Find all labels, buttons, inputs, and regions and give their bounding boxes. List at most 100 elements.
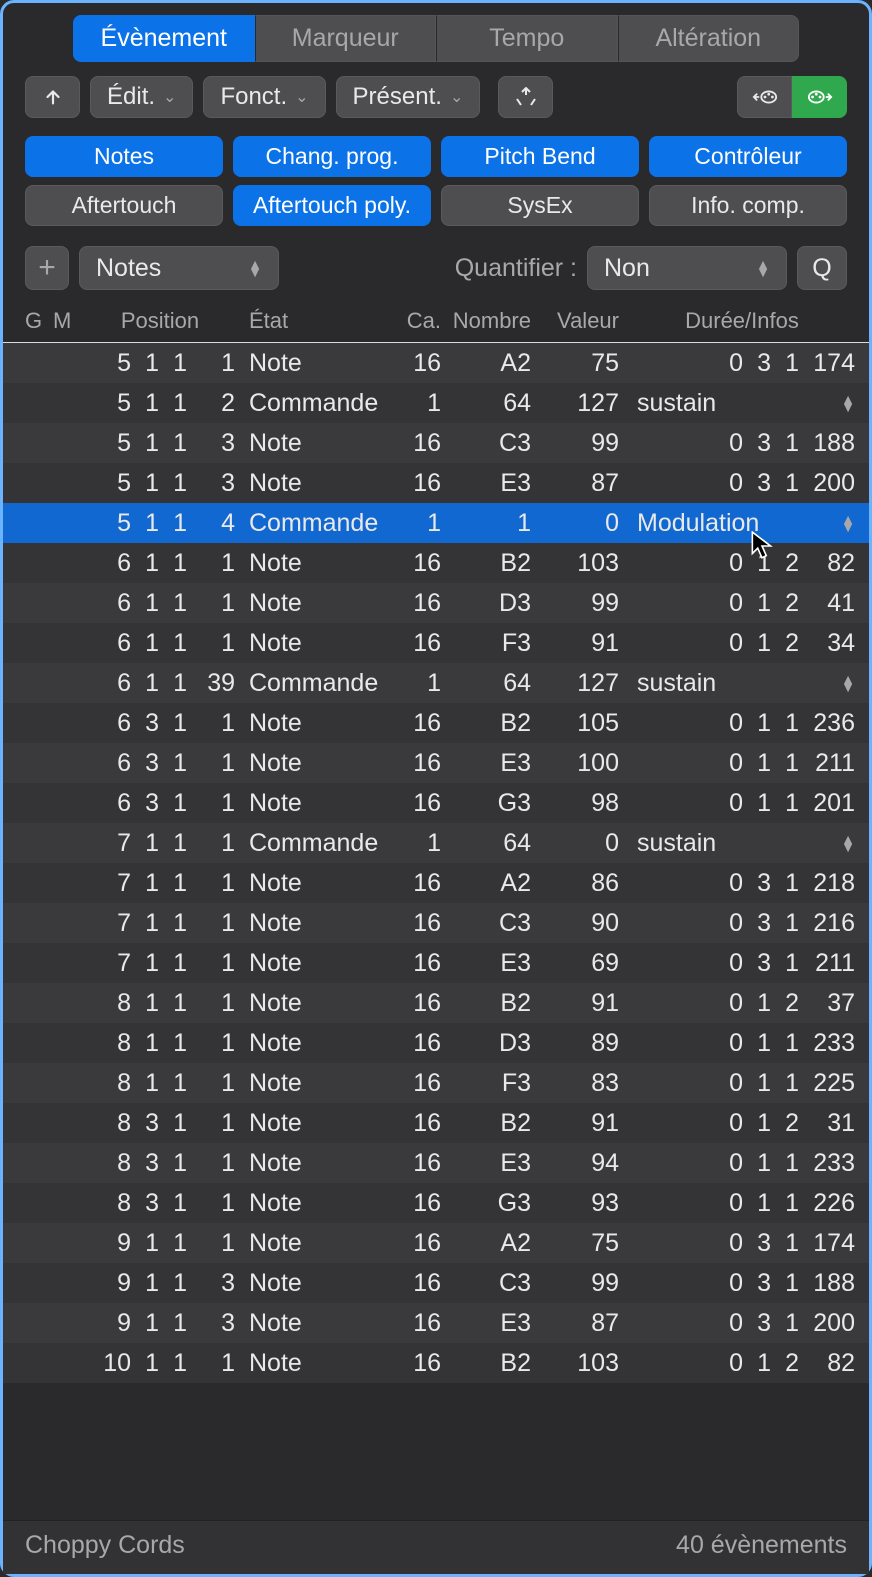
table-row[interactable]: 8111Note16F383011225 bbox=[3, 1063, 869, 1103]
table-row[interactable]: 9113Note16E387031200 bbox=[3, 1303, 869, 1343]
table-row[interactable]: 6111Note16D39901241 bbox=[3, 583, 869, 623]
filter-aftertouch-poly-[interactable]: Aftertouch poly. bbox=[233, 185, 431, 226]
tab-altération[interactable]: Altération bbox=[618, 15, 800, 62]
cell-position[interactable]: 8111 bbox=[85, 989, 235, 1018]
table-row[interactable]: 7111Note16A286031218 bbox=[3, 863, 869, 903]
cell-duration[interactable]: 011226 bbox=[619, 1189, 855, 1218]
table-row[interactable]: 7111Note16C390031216 bbox=[3, 903, 869, 943]
cell-channel[interactable]: 16 bbox=[385, 1189, 441, 1218]
table-row[interactable]: 8311Note16E394011233 bbox=[3, 1143, 869, 1183]
quantize-button[interactable]: Q bbox=[797, 246, 847, 290]
table-row[interactable]: 8311Note16B29101231 bbox=[3, 1103, 869, 1143]
cell-status[interactable]: Note bbox=[235, 1109, 385, 1138]
table-row[interactable]: 7111Note16E369031211 bbox=[3, 943, 869, 983]
cell-status[interactable]: Note bbox=[235, 869, 385, 898]
cell-duration[interactable]: 011233 bbox=[619, 1029, 855, 1058]
cell-number[interactable]: B2 bbox=[441, 709, 531, 738]
cell-value[interactable]: 69 bbox=[531, 949, 619, 978]
cell-duration[interactable]: 01282 bbox=[619, 549, 855, 578]
cell-channel[interactable]: 16 bbox=[385, 949, 441, 978]
table-row[interactable]: 5112Commande164127sustain▲▼ bbox=[3, 383, 869, 423]
cell-number[interactable]: 64 bbox=[441, 669, 531, 698]
cell-position[interactable]: 9111 bbox=[85, 1229, 235, 1258]
quantize-select[interactable]: Non ▲▼ bbox=[587, 246, 787, 290]
cell-channel[interactable]: 16 bbox=[385, 789, 441, 818]
cell-channel[interactable]: 1 bbox=[385, 389, 441, 418]
cell-number[interactable]: 1 bbox=[441, 509, 531, 538]
cell-value[interactable]: 127 bbox=[531, 669, 619, 698]
filter-pitch-bend[interactable]: Pitch Bend bbox=[441, 136, 639, 177]
cell-duration[interactable]: 031188 bbox=[619, 429, 855, 458]
cell-value[interactable]: 127 bbox=[531, 389, 619, 418]
cell-duration[interactable]: 011225 bbox=[619, 1069, 855, 1098]
cell-number[interactable]: C3 bbox=[441, 909, 531, 938]
cell-number[interactable]: D3 bbox=[441, 1029, 531, 1058]
cell-number[interactable]: E3 bbox=[441, 1309, 531, 1338]
cell-number[interactable]: F3 bbox=[441, 1069, 531, 1098]
cell-position[interactable]: 5111 bbox=[85, 349, 235, 378]
cell-position[interactable]: 10111 bbox=[85, 1349, 235, 1378]
cell-channel[interactable]: 16 bbox=[385, 909, 441, 938]
cell-position[interactable]: 8311 bbox=[85, 1149, 235, 1178]
cell-status[interactable]: Note bbox=[235, 1189, 385, 1218]
cell-channel[interactable]: 16 bbox=[385, 1269, 441, 1298]
cell-status[interactable]: Note bbox=[235, 1229, 385, 1258]
cell-duration[interactable]: 031200 bbox=[619, 1309, 855, 1338]
cell-position[interactable]: 8311 bbox=[85, 1189, 235, 1218]
table-row[interactable]: 7111Commande1640sustain▲▼ bbox=[3, 823, 869, 863]
cell-number[interactable]: A2 bbox=[441, 869, 531, 898]
cell-value[interactable]: 0 bbox=[531, 829, 619, 858]
cell-channel[interactable]: 16 bbox=[385, 349, 441, 378]
cell-status[interactable]: Commande bbox=[235, 389, 385, 418]
cell-channel[interactable]: 16 bbox=[385, 869, 441, 898]
cell-channel[interactable]: 16 bbox=[385, 629, 441, 658]
table-row[interactable]: 6311Note16G398011201 bbox=[3, 783, 869, 823]
cell-number[interactable]: A2 bbox=[441, 349, 531, 378]
table-row[interactable]: 6311Note16B2105011236 bbox=[3, 703, 869, 743]
cell-value[interactable]: 75 bbox=[531, 1229, 619, 1258]
cell-position[interactable]: 5114 bbox=[85, 509, 235, 538]
col-channel[interactable]: Ca. bbox=[385, 308, 441, 334]
cell-duration[interactable]: 031200 bbox=[619, 469, 855, 498]
midi-out-button[interactable] bbox=[792, 76, 847, 118]
cell-status[interactable]: Note bbox=[235, 469, 385, 498]
cell-position[interactable]: 61139 bbox=[85, 669, 235, 698]
up-level-button[interactable] bbox=[25, 76, 80, 118]
col-value[interactable]: Valeur bbox=[531, 308, 619, 334]
table-row[interactable]: 6111Note16B210301282 bbox=[3, 543, 869, 583]
cell-number[interactable]: 64 bbox=[441, 389, 531, 418]
cell-value[interactable]: 87 bbox=[531, 1309, 619, 1338]
cell-position[interactable]: 8111 bbox=[85, 1029, 235, 1058]
cell-status[interactable]: Note bbox=[235, 789, 385, 818]
cell-status[interactable]: Note bbox=[235, 629, 385, 658]
cell-value[interactable]: 91 bbox=[531, 629, 619, 658]
cell-duration[interactable]: 01231 bbox=[619, 1109, 855, 1138]
cell-number[interactable]: B2 bbox=[441, 1349, 531, 1378]
cell-number[interactable]: B2 bbox=[441, 1109, 531, 1138]
cell-value[interactable]: 99 bbox=[531, 429, 619, 458]
cell-status[interactable]: Note bbox=[235, 1149, 385, 1178]
cell-position[interactable]: 6311 bbox=[85, 749, 235, 778]
cell-status[interactable]: Commande bbox=[235, 669, 385, 698]
filter-notes[interactable]: Notes bbox=[25, 136, 223, 177]
col-m[interactable]: M bbox=[53, 308, 85, 334]
cell-position[interactable]: 9113 bbox=[85, 1309, 235, 1338]
functions-menu[interactable]: Fonct. ⌄ bbox=[203, 76, 325, 118]
cell-number[interactable]: E3 bbox=[441, 469, 531, 498]
view-menu[interactable]: Présent. ⌄ bbox=[336, 76, 481, 118]
cell-status[interactable]: Note bbox=[235, 549, 385, 578]
table-row[interactable]: 6111Note16F39101234 bbox=[3, 623, 869, 663]
cell-channel[interactable]: 16 bbox=[385, 469, 441, 498]
cell-channel[interactable]: 16 bbox=[385, 709, 441, 738]
event-type-select[interactable]: Notes ▲▼ bbox=[79, 246, 279, 290]
cell-number[interactable]: E3 bbox=[441, 749, 531, 778]
cell-position[interactable]: 6111 bbox=[85, 549, 235, 578]
table-row[interactable]: 5113Note16E387031200 bbox=[3, 463, 869, 503]
cell-value[interactable]: 86 bbox=[531, 869, 619, 898]
col-number[interactable]: Nombre bbox=[441, 308, 531, 334]
cell-channel[interactable]: 16 bbox=[385, 1349, 441, 1378]
cell-number[interactable]: C3 bbox=[441, 1269, 531, 1298]
cell-channel[interactable]: 16 bbox=[385, 549, 441, 578]
cell-status[interactable]: Note bbox=[235, 1349, 385, 1378]
tab-évènement[interactable]: Évènement bbox=[73, 15, 255, 62]
